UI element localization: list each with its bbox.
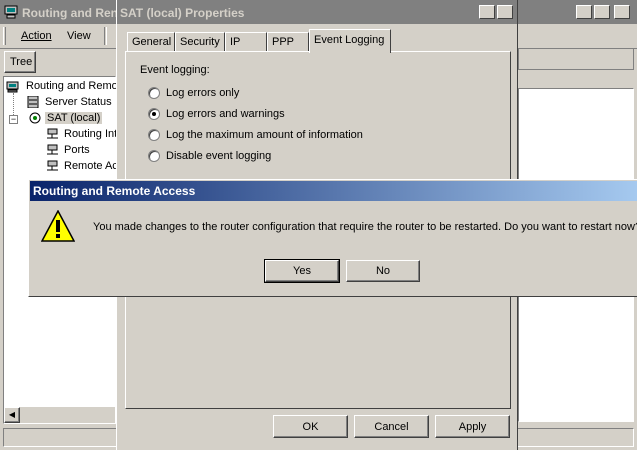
server-status-icon <box>27 96 39 108</box>
ok-button[interactable]: OK <box>273 415 348 438</box>
tab-ip[interactable]: IP <box>225 32 267 52</box>
radio-button[interactable] <box>148 150 160 162</box>
tree-item-sat-local[interactable]: SAT (local) <box>45 112 103 124</box>
warning-icon <box>41 210 75 242</box>
remote-access-icon <box>47 160 58 171</box>
tree-tab[interactable]: Tree <box>4 51 36 73</box>
tree-item-remote-access[interactable]: Remote Ac <box>64 160 118 172</box>
radio-button-selected[interactable] <box>148 108 160 120</box>
tab-general[interactable]: General <box>127 32 175 52</box>
maximize-button[interactable]: □ <box>594 5 610 19</box>
list-header <box>518 48 634 70</box>
tree-item-routing-interfaces[interactable]: Routing Int <box>64 128 117 140</box>
properties-close-button[interactable]: ✕ <box>497 5 513 19</box>
collapse-toggle[interactable]: − <box>9 115 18 124</box>
cancel-button[interactable]: Cancel <box>354 415 429 438</box>
radio-button[interactable] <box>148 129 160 141</box>
menu-action[interactable]: Action <box>21 30 52 42</box>
help-button[interactable]: ? <box>479 5 495 19</box>
properties-title: SAT (local) Properties <box>120 6 245 20</box>
yes-button[interactable]: Yes <box>264 259 340 283</box>
computer-icon <box>4 5 18 19</box>
menu-view[interactable]: View <box>67 30 91 42</box>
tab-security[interactable]: Security <box>175 32 225 52</box>
scroll-left-arrow-icon[interactable]: ◀ <box>4 407 20 423</box>
event-logging-label: Event logging: <box>140 64 210 76</box>
ports-icon <box>47 144 58 155</box>
toolbar-grip <box>3 27 6 45</box>
message-box-titlebar[interactable]: Routing and Remote Access <box>30 181 637 201</box>
tab-event-logging[interactable]: Event Logging <box>309 29 391 53</box>
minimize-button[interactable]: _ <box>576 5 592 19</box>
close-button[interactable]: ✕ <box>614 5 630 19</box>
radio-button[interactable] <box>148 87 160 99</box>
computer-icon <box>6 81 19 93</box>
toolbar-separator <box>104 27 107 45</box>
tree-item-server-status[interactable]: Server Status <box>45 96 112 108</box>
message-text: You made changes to the router configura… <box>93 221 637 233</box>
tree-item-ports[interactable]: Ports <box>64 144 90 156</box>
main-window-title: Routing and Ren <box>22 6 118 20</box>
restart-message-box: Routing and Remote Access You made chang… <box>28 179 637 297</box>
apply-button[interactable]: Apply <box>435 415 510 438</box>
message-box-title: Routing and Remote Access <box>33 184 196 198</box>
properties-titlebar[interactable]: SAT (local) Properties ? ✕ <box>117 0 517 24</box>
no-button[interactable]: No <box>346 260 420 282</box>
routing-interfaces-icon <box>47 128 58 139</box>
horizontal-scrollbar[interactable]: ◀ <box>4 407 115 423</box>
tree-item-root[interactable]: Routing and Remo <box>26 80 118 92</box>
router-icon <box>29 112 41 124</box>
tab-ppp[interactable]: PPP <box>267 32 309 52</box>
